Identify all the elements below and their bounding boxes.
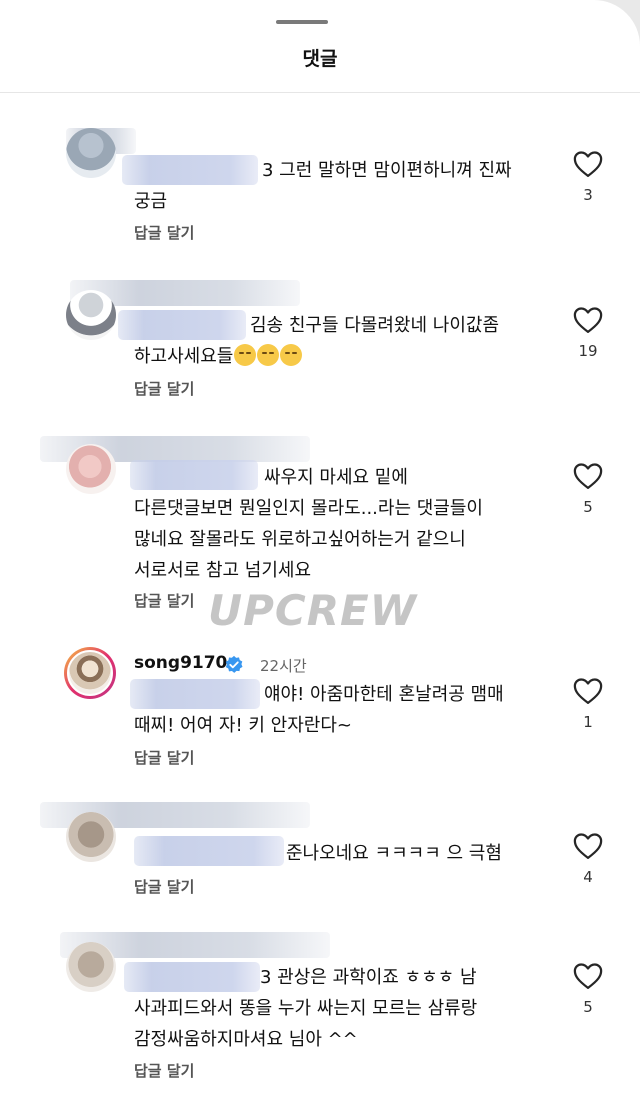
reply-button[interactable]: 답글 달기 [134, 1060, 194, 1081]
reply-button[interactable]: 답글 달기 [134, 876, 194, 897]
avatar[interactable] [66, 444, 116, 494]
comment-text: 3 관상은 과학이죠 ㅎㅎㅎ 남 사과피드와서 똥을 누가 싸는지 모르는 삼류… [134, 967, 478, 1050]
like-count: 4 [583, 868, 593, 886]
comment-text: 3 그런 말하면 맘이편하니껴 진짜 궁금 [134, 160, 512, 212]
reply-button[interactable]: 답글 달기 [134, 590, 194, 611]
like-column: 5 [566, 962, 610, 1016]
reply-button[interactable]: 답글 달기 [134, 378, 194, 399]
heart-icon[interactable] [573, 962, 603, 990]
like-count: 19 [578, 342, 598, 360]
heart-icon[interactable] [573, 677, 603, 705]
comments-sheet: 댓글 3 그런 말하면 맘이편하니껴 진짜 궁금 답글 달기 3 김송 친구들 … [0, 0, 640, 1095]
reply-button[interactable]: 답글 달기 [134, 222, 194, 243]
like-column: 4 [566, 832, 610, 886]
avatar[interactable] [66, 812, 116, 862]
like-column: 1 [566, 677, 610, 731]
reply-button[interactable]: 답글 달기 [134, 747, 194, 768]
page-title: 댓글 [302, 48, 338, 70]
like-column: 3 [566, 150, 610, 204]
like-count: 5 [583, 998, 593, 1016]
drag-handle[interactable] [276, 20, 328, 24]
like-count: 5 [583, 498, 593, 516]
verified-badge-icon [225, 655, 243, 673]
heart-icon[interactable] [573, 150, 603, 178]
emoji-icon [234, 344, 257, 366]
emoji-icon [257, 344, 280, 366]
comment-text: 준나오네요 ㅋㅋㅋㅋ 으 극혐 [286, 843, 502, 864]
comment-text: 얘야! 아줌마한테 혼날려공 맴매 때찌! 어여 자! 키 안자란다~ [134, 684, 504, 736]
comment-timestamp: 22시간 [260, 657, 307, 675]
comment-text: 싸우지 마세요 밑에 다른댓글보면 뭔일인지 몰라도...라는 댓글들이 많네요… [134, 467, 483, 581]
like-count: 1 [583, 713, 593, 731]
watermark: UPCREW [208, 586, 418, 635]
like-count: 3 [583, 186, 593, 204]
avatar[interactable] [66, 942, 116, 992]
comment-username[interactable]: song9170 [134, 653, 227, 673]
heart-icon[interactable] [573, 462, 603, 490]
avatar[interactable] [66, 128, 116, 178]
like-column: 5 [566, 462, 610, 516]
comment-text: 김송 친구들 다몰려왔네 나이값좀 하고사세요들 [134, 315, 500, 367]
header-divider [0, 92, 640, 93]
avatar[interactable] [64, 647, 116, 699]
emoji-icon [280, 344, 303, 366]
avatar[interactable] [66, 290, 116, 340]
like-column: 19 [566, 306, 610, 360]
heart-icon[interactable] [573, 832, 603, 860]
heart-icon[interactable] [573, 306, 603, 334]
